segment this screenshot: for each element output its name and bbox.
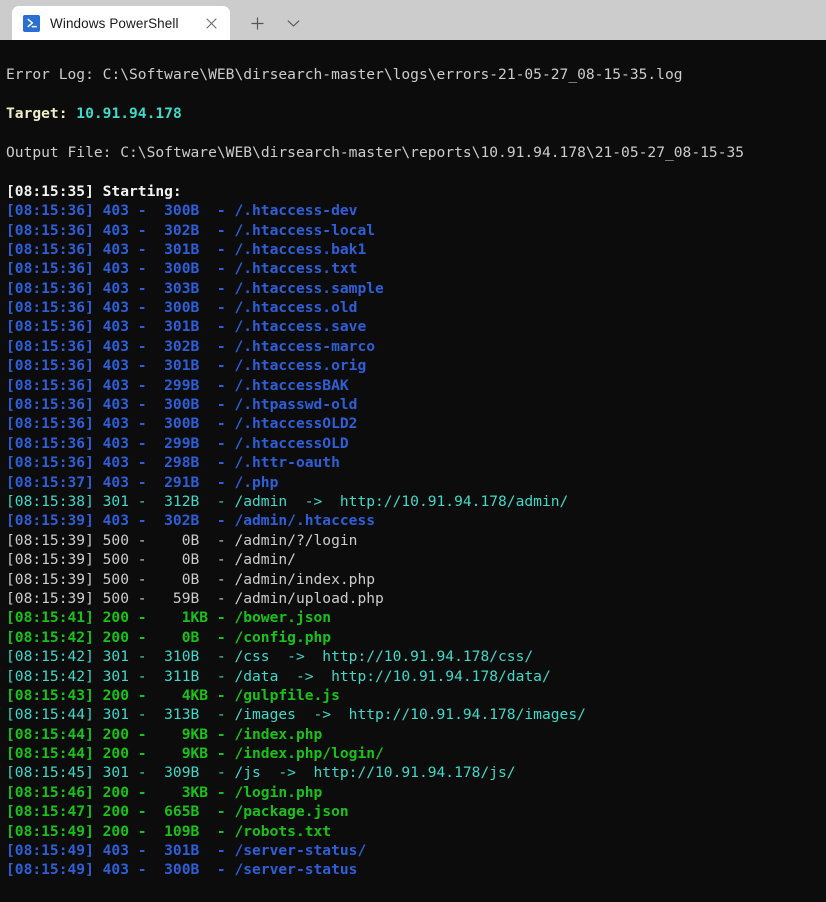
scan-result-line: [08:15:36] 403 - 300B - /.htaccess.txt: [6, 260, 358, 278]
scan-result-line: [08:15:49] 403 - 300B - /server-status: [6, 861, 358, 879]
scan-result-line: [08:15:38] 301 - 312B - /admin -> http:/…: [6, 492, 569, 510]
scan-result-line: [08:15:44] 301 - 313B - /images -> http:…: [6, 706, 586, 724]
powershell-icon: [23, 14, 40, 32]
scan-result-line: [08:15:49] 200 - 109B - /robots.txt: [6, 822, 332, 840]
scan-result-line: [08:15:36] 403 - 300B - /.htaccess.old: [6, 299, 358, 317]
scan-result-line: [08:15:36] 403 - 299B - /.htaccessOLD: [6, 434, 349, 452]
starting-line: [08:15:35] Starting:: [6, 182, 182, 200]
error-log-label: Error Log:: [6, 66, 103, 84]
scan-result-line: [08:15:36] 403 - 300B - /.htaccess-dev: [6, 202, 358, 220]
scan-result-line: [08:15:39] 500 - 0B - /admin/: [6, 551, 296, 569]
scan-result-line: [08:15:36] 403 - 301B - /.htaccess.orig: [6, 357, 367, 375]
scan-result-line: [08:15:36] 403 - 298B - /.httr-oauth: [6, 454, 340, 472]
target-label: Target:: [6, 105, 77, 123]
scan-result-line: [08:15:36] 403 - 301B - /.htaccess.save: [6, 318, 367, 336]
scan-result-line: [08:15:36] 403 - 303B - /.htaccess.sampl…: [6, 279, 384, 297]
scan-result-list: [08:15:36] 403 - 300B - /.htaccess-dev [0…: [6, 201, 826, 880]
scan-result-line: [08:15:44] 200 - 9KB - /index.php: [6, 725, 323, 743]
terminal-output[interactable]: Error Log: C:\Software\WEB\dirsearch-mas…: [0, 40, 826, 902]
scan-result-line: [08:15:42] 301 - 310B - /css -> http://1…: [6, 648, 534, 666]
error-log-line: Error Log: C:\Software\WEB\dirsearch-mas…: [6, 65, 826, 84]
chevron-down-icon: [287, 19, 300, 28]
output-file-line: Output File: C:\Software\WEB\dirsearch-m…: [6, 143, 826, 162]
scan-result-line: [08:15:44] 200 - 9KB - /index.php/login/: [6, 745, 384, 763]
output-file-path: C:\Software\WEB\dirsearch-master\reports…: [120, 143, 745, 161]
scan-result-line: [08:15:49] 403 - 301B - /server-status/: [6, 842, 367, 860]
scan-result-line: [08:15:36] 403 - 299B - /.htaccessBAK: [6, 376, 349, 394]
scan-result-line: [08:15:39] 403 - 302B - /admin/.htaccess: [6, 512, 376, 530]
scan-result-line: [08:15:41] 200 - 1KB - /bower.json: [6, 609, 332, 627]
scan-result-line: [08:15:45] 301 - 309B - /js -> http://10…: [6, 764, 516, 782]
tab-strip: Windows PowerShell: [0, 0, 826, 40]
scan-result-line: [08:15:36] 403 - 300B - /.htpasswd-old: [6, 396, 358, 414]
scan-result-line: [08:15:36] 403 - 300B - /.htaccessOLD2: [6, 415, 358, 433]
error-log-path: C:\Software\WEB\dirsearch-master\logs\er…: [102, 66, 683, 84]
scan-result-line: [08:15:42] 200 - 0B - /config.php: [6, 628, 332, 646]
scan-result-line: [08:15:43] 200 - 4KB - /gulpfile.js: [6, 686, 340, 704]
output-file-label: Output File:: [6, 143, 121, 161]
scan-result-line: [08:15:36] 403 - 301B - /.htaccess.bak1: [6, 240, 367, 258]
new-tab-button[interactable]: [242, 6, 272, 40]
scan-result-line: [08:15:46] 200 - 3KB - /login.php: [6, 783, 323, 801]
terminal-tab[interactable]: Windows PowerShell: [12, 6, 230, 40]
tab-title: Windows PowerShell: [50, 15, 179, 31]
scan-result-line: [08:15:42] 301 - 311B - /data -> http://…: [6, 667, 551, 685]
scan-result-line: [08:15:39] 500 - 0B - /admin/?/login: [6, 531, 358, 549]
scan-result-line: [08:15:39] 500 - 0B - /admin/index.php: [6, 570, 376, 588]
scan-result-line: [08:15:36] 403 - 302B - /.htaccess-marco: [6, 337, 376, 355]
scan-result-line: [08:15:39] 500 - 59B - /admin/upload.php: [6, 589, 384, 607]
target-line: Target: 10.91.94.178: [6, 104, 826, 123]
target-value: 10.91.94.178: [76, 105, 182, 123]
scan-result-line: [08:15:36] 403 - 302B - /.htaccess-local: [6, 221, 376, 239]
tab-dropdown-button[interactable]: [278, 6, 308, 40]
scan-result-line: [08:15:37] 403 - 291B - /.php: [6, 473, 279, 491]
close-icon[interactable]: [198, 10, 224, 36]
plus-icon: [250, 16, 264, 30]
scan-result-line: [08:15:47] 200 - 665B - /package.json: [6, 803, 349, 821]
